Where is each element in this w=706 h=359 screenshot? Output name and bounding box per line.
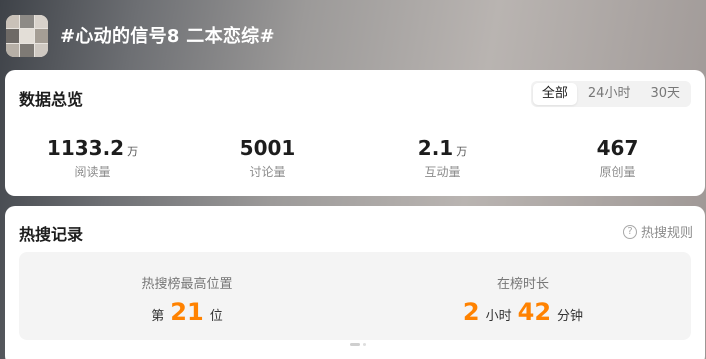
- duration-hours-unit: 小时: [485, 309, 512, 324]
- duration-minutes: 42: [517, 298, 552, 326]
- overview-title: 数据总览: [19, 90, 84, 109]
- hot-search-card: 热搜记录 ? 热搜规则 热搜榜最高位置 第 21 位 在榜时长 2 小时 42 …: [5, 206, 705, 359]
- hot-search-title: 热搜记录: [19, 225, 84, 244]
- stat-interactions: 2.1 万 互动量: [355, 136, 530, 180]
- data-overview-card: 数据总览 全部 24小时 30天 1133.2 万 阅读量 5001 讨论量 2…: [5, 70, 705, 196]
- tab-24h[interactable]: 24小时: [579, 83, 640, 105]
- peak-position-label: 热搜榜最高位置: [141, 277, 233, 292]
- topic-title: #心动的信号8 二本恋综#: [60, 26, 275, 47]
- stat-reads: 1133.2 万 阅读量: [5, 136, 180, 180]
- peak-suffix: 位: [209, 309, 223, 324]
- stat-interactions-label: 互动量: [424, 165, 461, 179]
- stat-originals-value: 467: [596, 136, 639, 160]
- peak-value: 21: [170, 298, 204, 326]
- question-circle-icon: ?: [622, 224, 637, 239]
- stats-row: 1133.2 万 阅读量 5001 讨论量 2.1 万 互动量 467 原创量: [5, 136, 705, 180]
- stat-reads-unit: 万: [127, 145, 139, 158]
- pager-dot[interactable]: [363, 343, 366, 346]
- tab-30d[interactable]: 30天: [641, 83, 689, 105]
- duration-hours: 2: [462, 298, 480, 326]
- duration-label: 在榜时长: [496, 277, 549, 292]
- hot-search-rules-link[interactable]: ? 热搜规则: [622, 222, 693, 241]
- stat-originals: 467 原创量: [530, 136, 705, 180]
- peak-position: 热搜榜最高位置 第 21 位: [19, 252, 355, 340]
- hot-search-stats: 热搜榜最高位置 第 21 位 在榜时长 2 小时 42 分钟: [19, 252, 691, 340]
- stat-discussions: 5001 讨论量: [180, 136, 355, 180]
- stat-reads-label: 阅读量: [74, 165, 111, 179]
- rules-label: 热搜规则: [640, 226, 693, 241]
- tab-all[interactable]: 全部: [532, 83, 577, 105]
- topic-avatar[interactable]: [6, 15, 48, 57]
- stat-originals-label: 原创量: [599, 165, 636, 179]
- time-range-tabs: 全部 24小时 30天: [530, 81, 691, 107]
- stat-reads-value: 1133.2: [46, 136, 125, 160]
- stat-interactions-value: 2.1: [417, 136, 454, 160]
- peak-prefix: 第: [151, 309, 165, 324]
- topic-header: #心动的信号8 二本恋综#: [0, 0, 706, 66]
- stat-discussions-label: 讨论量: [249, 165, 286, 179]
- pager-dots: [350, 343, 366, 346]
- pager-dot-active[interactable]: [350, 343, 360, 346]
- on-list-duration: 在榜时长 2 小时 42 分钟: [355, 252, 691, 340]
- stat-interactions-unit: 万: [456, 145, 468, 158]
- duration-minutes-unit: 分钟: [557, 309, 584, 324]
- stat-discussions-value: 5001: [239, 136, 296, 160]
